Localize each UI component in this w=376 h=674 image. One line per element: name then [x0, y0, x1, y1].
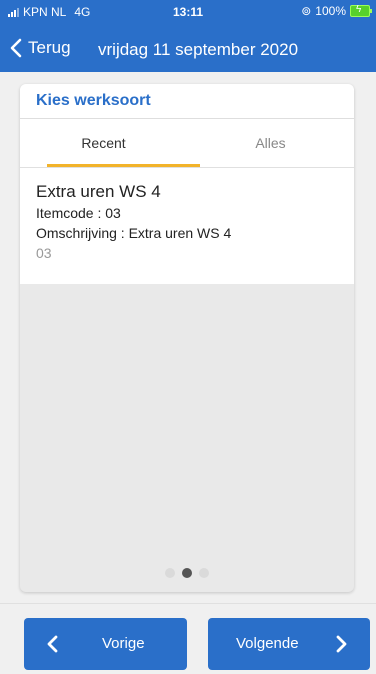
- page-dot-2[interactable]: [182, 568, 192, 578]
- tab-alles[interactable]: Alles: [187, 119, 354, 167]
- page-dot-3[interactable]: [199, 568, 209, 578]
- alarm-icon: ⊚: [301, 4, 312, 18]
- back-button[interactable]: Terug: [10, 38, 71, 58]
- tab-bar: Recent Alles: [20, 119, 354, 168]
- werksoort-card: Kies werksoort Recent Alles Extra uren W…: [20, 84, 354, 592]
- battery-icon: ϟ: [350, 4, 372, 17]
- next-label: Volgende: [236, 635, 299, 652]
- previous-button[interactable]: Vorige: [24, 618, 187, 670]
- next-button[interactable]: Volgende: [208, 618, 370, 670]
- top-bar: KPN NL 4G 13:11 ⊚ 100% ϟ Terug vrijdag 1…: [0, 0, 376, 72]
- list-item[interactable]: Extra uren WS 4 Itemcode : 03 Omschrijvi…: [20, 168, 354, 284]
- tab-recent[interactable]: Recent: [20, 119, 187, 167]
- item-title: Extra uren WS 4: [36, 182, 161, 201]
- active-tab-indicator: [47, 164, 200, 167]
- battery-percent: 100%: [315, 4, 346, 18]
- page-indicator: [20, 568, 354, 578]
- chevron-left-icon: [47, 635, 58, 653]
- item-description: Omschrijving : Extra uren WS 4: [36, 225, 232, 241]
- nav-bar: Terug vrijdag 11 september 2020: [0, 32, 376, 68]
- card-title: Kies werksoort: [20, 84, 354, 119]
- status-bar: KPN NL 4G 13:11 ⊚ 100% ϟ: [0, 0, 376, 24]
- chevron-right-icon: [336, 635, 347, 653]
- previous-label: Vorige: [102, 635, 145, 652]
- back-label: Terug: [28, 38, 71, 57]
- footer-bar: Vorige Volgende: [0, 603, 376, 674]
- item-itemcode: Itemcode : 03: [36, 205, 121, 221]
- status-right: ⊚ 100% ϟ: [301, 4, 372, 18]
- chevron-left-icon: [10, 38, 22, 58]
- page-dot-1[interactable]: [165, 568, 175, 578]
- page-title: vrijdag 11 september 2020: [98, 40, 299, 59]
- item-code: 03: [36, 245, 52, 261]
